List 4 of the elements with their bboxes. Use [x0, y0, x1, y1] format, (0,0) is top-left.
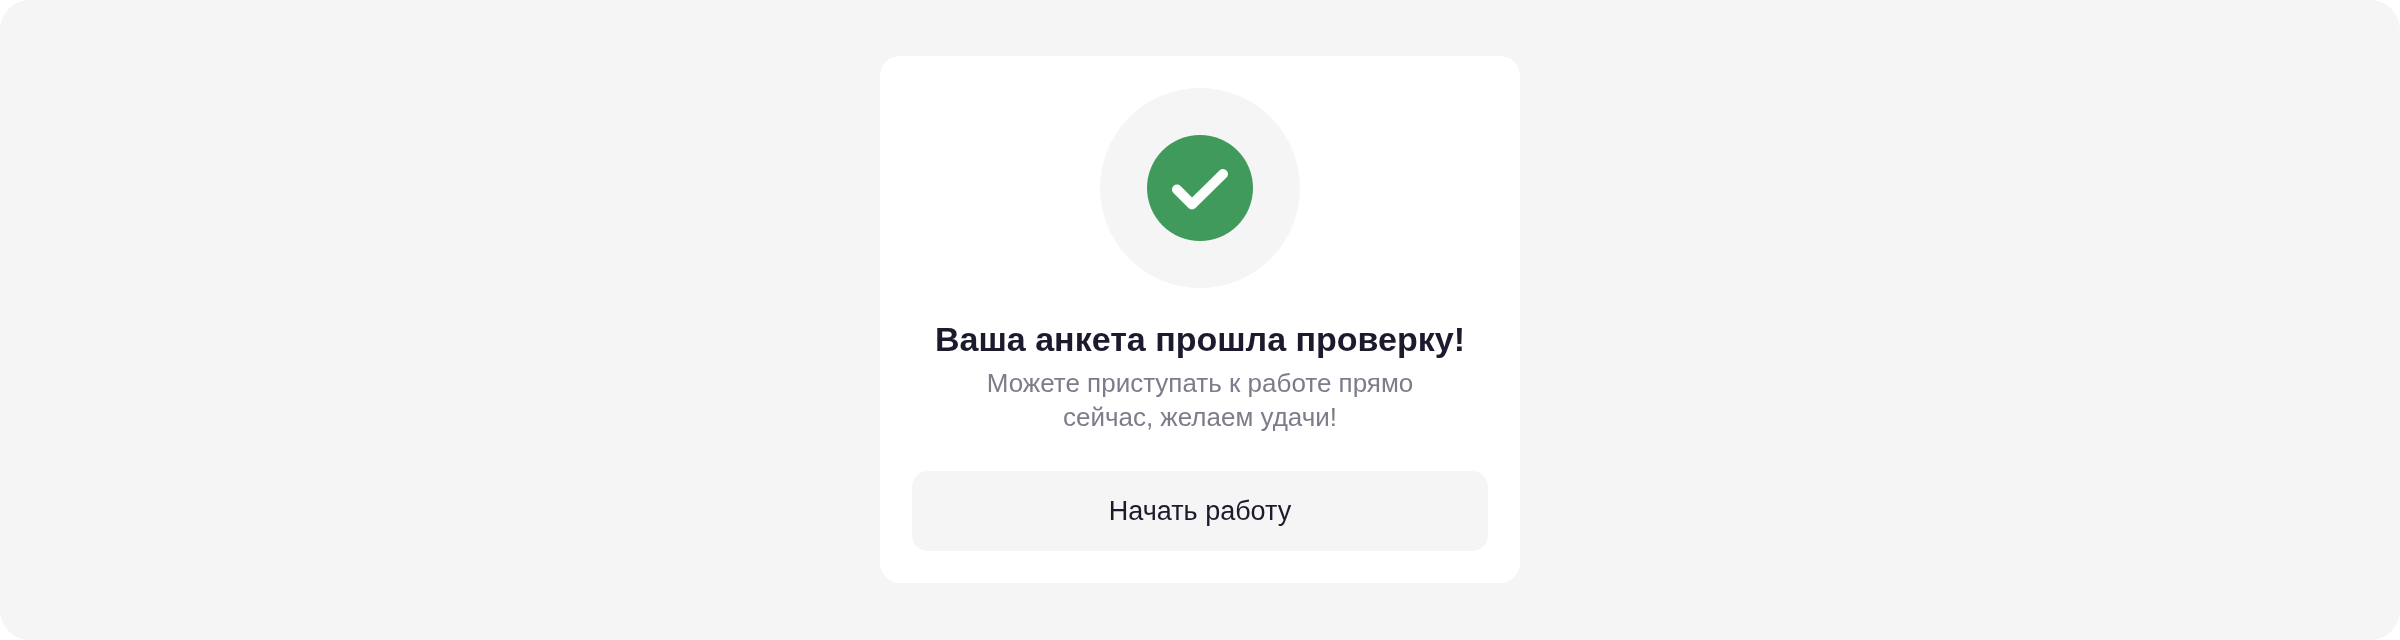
check-circle-icon [1100, 88, 1300, 288]
success-title: Ваша анкета прошла проверку! [935, 319, 1465, 360]
start-work-button[interactable]: Начать работу [912, 471, 1488, 551]
success-message: Можете приступать к работе прямо сейчас, желаем удачи! [985, 367, 1415, 434]
